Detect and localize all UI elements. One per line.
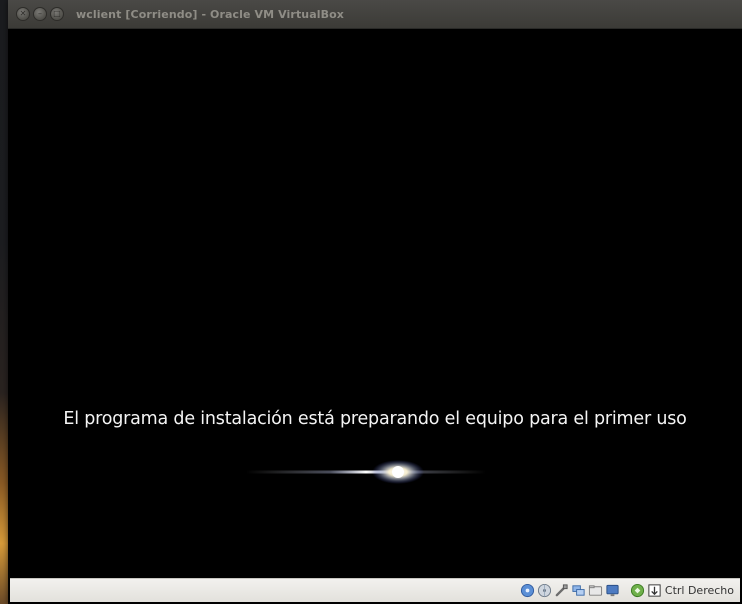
optical-drive-icon[interactable] [537, 583, 552, 598]
display-icon[interactable] [605, 583, 620, 598]
guest-display[interactable]: El programa de instalación está preparan… [10, 29, 740, 578]
mouse-integration-icon[interactable] [630, 583, 645, 598]
hard-disk-icon[interactable] [520, 583, 535, 598]
minimize-icon[interactable]: – [33, 7, 47, 21]
maximize-icon[interactable]: □ [50, 7, 64, 21]
virtualbox-window: ✕ – □ wclient [Corriendo] - Oracle VM Vi… [8, 0, 742, 604]
window-controls: ✕ – □ [16, 7, 64, 21]
light-flare-graphic [246, 460, 486, 484]
host-desktop: ✕ – □ wclient [Corriendo] - Oracle VM Vi… [0, 0, 742, 604]
close-icon[interactable]: ✕ [16, 7, 30, 21]
shared-folder-icon[interactable] [588, 583, 603, 598]
setup-message: El programa de instalación está preparan… [63, 409, 687, 429]
host-key-label: Ctrl Derecho [664, 584, 734, 597]
window-title: wclient [Corriendo] - Oracle VM VirtualB… [76, 7, 344, 21]
status-bar: Ctrl Derecho [10, 578, 740, 602]
network-icon[interactable] [571, 583, 586, 598]
title-bar[interactable]: ✕ – □ wclient [Corriendo] - Oracle VM Vi… [8, 0, 742, 29]
usb-icon[interactable] [554, 583, 569, 598]
keyboard-capture-icon[interactable] [647, 583, 662, 598]
